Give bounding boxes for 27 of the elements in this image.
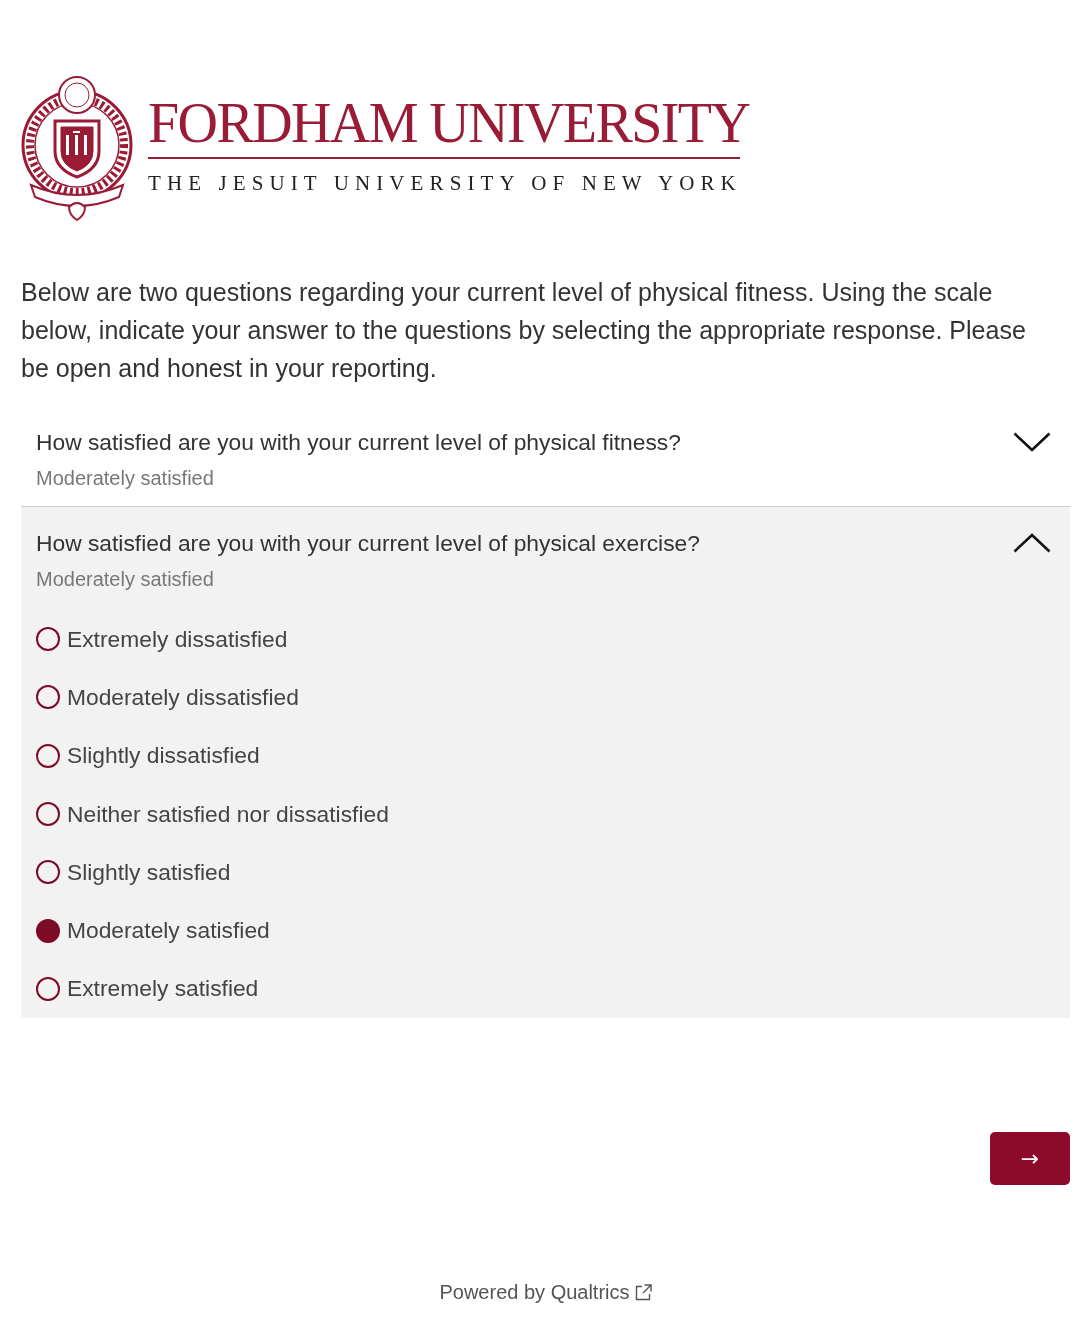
option-label[interactable]: Neither satisfied nor dissatisfied xyxy=(67,800,389,828)
radio-button[interactable] xyxy=(36,802,60,827)
radio-button[interactable] xyxy=(36,918,60,943)
option-label[interactable]: Extremely dissatisfied xyxy=(67,625,288,653)
option-label[interactable]: Extremely satisfied xyxy=(67,975,259,1003)
chevron-up-icon[interactable] xyxy=(1013,533,1051,553)
university-name: FORDHAM UNIVERSITY xyxy=(148,95,750,151)
option-label[interactable]: Slightly dissatisfied xyxy=(67,742,260,770)
next-button[interactable]: → xyxy=(990,1132,1070,1186)
selected-answer: Moderately satisfied xyxy=(36,567,215,592)
university-seal-icon xyxy=(21,73,134,221)
radio-button[interactable] xyxy=(36,743,60,768)
radio-button[interactable] xyxy=(36,976,60,1001)
university-tagline: THE JESUIT UNIVERSITY OF NEW YORK xyxy=(148,171,743,195)
question-text[interactable]: How satisfied are you with your current level of physical exercise? xyxy=(36,529,700,557)
radio-button[interactable] xyxy=(36,860,60,885)
option-label[interactable]: Slightly satisfied xyxy=(67,858,231,886)
powered-by-text: Powered by Qualtrics xyxy=(439,1281,630,1305)
selected-answer: Moderately satisfied xyxy=(36,466,215,491)
external-link-icon[interactable] xyxy=(634,1284,652,1302)
option-label[interactable]: Moderately satisfied xyxy=(67,917,270,945)
radio-button[interactable] xyxy=(36,627,60,652)
question-text[interactable]: How satisfied are you with your current level of physical fitness? xyxy=(36,428,681,456)
option-label[interactable]: Moderately dissatisfied xyxy=(67,683,299,711)
radio-button[interactable] xyxy=(36,685,60,710)
instructions-text: Below are two questions regarding your current level of physical fitness. Using the scale below, indicate your answer to the questions by selecting the appropriate response. Please be open and honest in your reporting. xyxy=(21,277,1027,384)
chevron-down-icon[interactable] xyxy=(1013,432,1051,452)
